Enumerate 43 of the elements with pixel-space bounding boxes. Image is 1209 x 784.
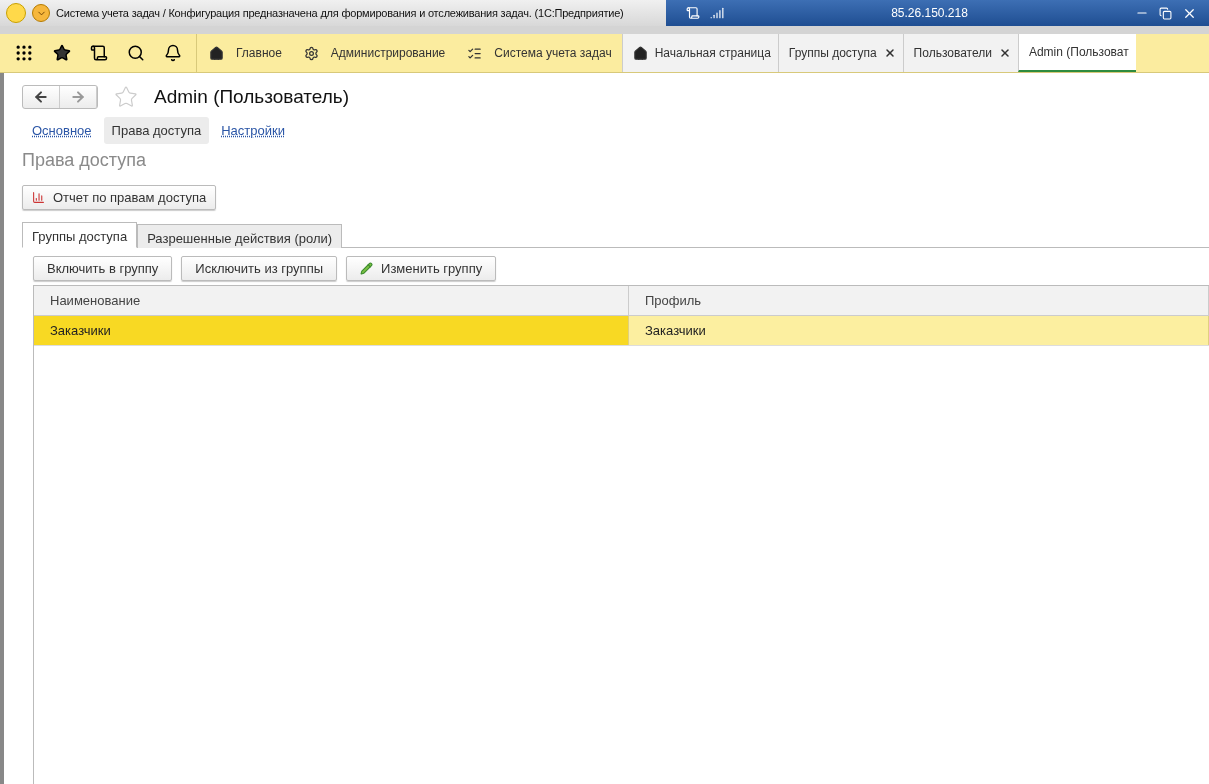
signal-icon [710, 6, 724, 20]
section-item[interactable]: Главное [197, 34, 292, 72]
arrow-right-icon [70, 89, 86, 105]
restore-icon[interactable] [1159, 6, 1172, 20]
section-heading: Права доступа [22, 150, 148, 171]
pencil-icon [360, 262, 374, 275]
form-link[interactable]: Права доступа [103, 117, 210, 144]
home-icon [632, 45, 648, 61]
home-icon [209, 45, 224, 61]
section-item[interactable]: Система учета задач [455, 34, 622, 72]
close-icon[interactable] [883, 47, 896, 59]
column-header[interactable]: Наименование [34, 286, 629, 315]
form-link[interactable]: Основное [24, 117, 100, 144]
column-header[interactable]: Профиль [629, 286, 1209, 315]
toolbar-button[interactable]: Включить в группу [33, 256, 173, 281]
menu-dropdown-button[interactable] [32, 4, 50, 22]
bell-icon[interactable] [164, 44, 182, 62]
toolbar-button[interactable]: Исключить из группы [181, 256, 338, 281]
open-tab[interactable]: Группы доступа [777, 34, 903, 72]
list-icon [467, 45, 483, 61]
tab[interactable]: Группы доступа [22, 222, 138, 248]
open-tab[interactable]: Начальная страница [621, 34, 778, 72]
star-icon[interactable] [114, 85, 138, 109]
remote-host: 85.26.150.218 [890, 6, 969, 20]
toolbar-button[interactable]: Изменить группу [346, 256, 497, 281]
history-icon[interactable] [90, 44, 108, 62]
form-link[interactable]: Настройки [213, 117, 293, 144]
table-cell[interactable]: Заказчики [629, 316, 1209, 345]
report-button[interactable]: Отчет по правам доступа [22, 185, 217, 210]
window-title: Система учета задач / Конфигурация предназначена для формирования и отслеживания задач. (1С:Предприятие) [56, 7, 624, 19]
apps-grid-icon[interactable] [14, 43, 34, 63]
form-title: Admin (Пользователь) [154, 86, 350, 108]
search-icon[interactable] [127, 44, 145, 62]
report-icon [32, 191, 45, 204]
open-tab[interactable]: Пользователи [902, 34, 1018, 72]
app-logo [6, 3, 26, 23]
close-icon[interactable] [998, 47, 1011, 59]
tab[interactable]: Разрешенные действия (роли) [137, 224, 343, 248]
star-icon[interactable] [53, 44, 71, 62]
section-item[interactable]: Администрирование [291, 34, 456, 72]
table-cell[interactable]: Заказчики [34, 316, 629, 345]
open-tab[interactable]: Admin (Пользоват [1017, 34, 1136, 72]
gear-icon [303, 45, 319, 61]
